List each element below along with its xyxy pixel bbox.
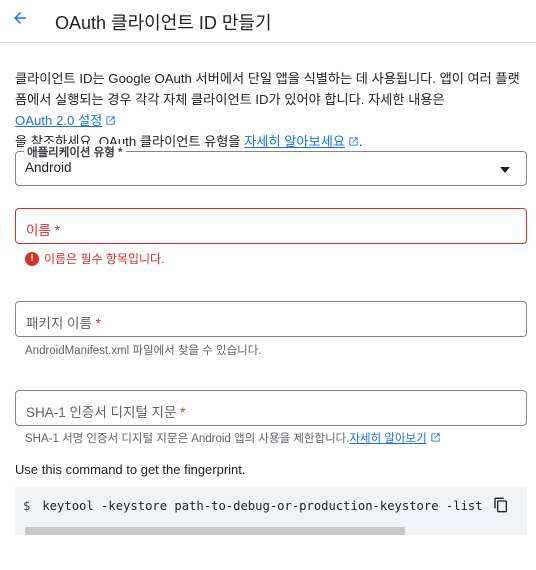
- name-error-message: ! 이름은 필수 항목입니다.: [25, 250, 164, 267]
- package-name-helper: AndroidManifest.xml 파일에서 찾을 수 있습니다.: [25, 345, 262, 357]
- oauth-setup-link-label: OAuth 2.0 설정: [15, 113, 103, 128]
- sha1-learn-more-link[interactable]: 자세히 알아보기: [349, 433, 440, 445]
- external-link-icon: [106, 116, 115, 125]
- external-link-icon: [349, 137, 358, 146]
- name-input[interactable]: 이름 *: [15, 208, 527, 244]
- copy-icon: [494, 497, 507, 513]
- command-text: keytool -keystore path-to-debug-or-produ…: [42, 499, 483, 513]
- header-bar: OAuth 클라이언트 ID 만들기: [0, 0, 536, 43]
- external-link-icon: [431, 433, 440, 442]
- dropdown-arrow-icon: [500, 167, 510, 173]
- shell-prompt: $: [23, 499, 31, 513]
- sha1-fingerprint-input[interactable]: SHA-1 인증서 디지털 지문 *: [15, 390, 527, 426]
- package-name-required-mark: *: [95, 316, 101, 331]
- intro-text: 클라이언트 ID는 Google OAuth 서버에서 단일 앱을 식별하는 데…: [15, 68, 527, 152]
- code-horizontal-scrollbar[interactable]: [25, 527, 405, 535]
- application-type-label: 애플리케이션 유형 *: [24, 144, 126, 160]
- arrow-back-icon: [14, 12, 26, 24]
- name-required-mark: *: [54, 223, 60, 238]
- sha1-required-mark: *: [180, 405, 186, 420]
- sha1-helper: SHA-1 서명 인증서 디지털 지문은 Android 앱의 사용을 제한합니…: [25, 430, 441, 446]
- command-intro: Use this command to get the fingerprint.: [15, 462, 246, 477]
- sha1-placeholder: SHA-1 인증서 디지털 지문 *: [26, 401, 185, 421]
- package-name-placeholder-text: 패키지 이름: [26, 316, 92, 331]
- name-placeholder: 이름 *: [26, 219, 60, 239]
- oauth-setup-link[interactable]: OAuth 2.0 설정: [15, 113, 116, 128]
- name-placeholder-text: 이름: [26, 223, 51, 238]
- sha1-placeholder-text: SHA-1 인증서 디지털 지문: [26, 405, 177, 420]
- learn-more-client-types-link[interactable]: 자세히 알아보세요: [244, 134, 359, 149]
- package-name-input[interactable]: 패키지 이름 *: [15, 301, 527, 337]
- name-error-text: 이름은 필수 항목입니다.: [44, 252, 165, 266]
- application-type-select[interactable]: 애플리케이션 유형 * Android: [15, 144, 527, 186]
- package-name-placeholder: 패키지 이름 *: [26, 312, 101, 332]
- intro-part1: 클라이언트 ID는 Google OAuth 서버에서 단일 앱을 식별하는 데…: [15, 71, 520, 107]
- command-line: $ keytool -keystore path-to-debug-or-prod…: [23, 499, 483, 513]
- error-icon: !: [25, 251, 39, 266]
- sha1-learn-more-label: 자세히 알아보기: [349, 433, 427, 445]
- application-type-value: Android: [25, 160, 72, 175]
- sha1-helper-text: SHA-1 서명 인증서 디지털 지문은 Android 앱의 사용을 제한합니…: [25, 433, 350, 445]
- learn-more-link-label: 자세히 알아보세요: [244, 134, 345, 149]
- back-button[interactable]: [8, 4, 32, 32]
- intro-part3: .: [358, 134, 363, 149]
- copy-button[interactable]: [493, 497, 509, 513]
- page-title: OAuth 클라이언트 ID 만들기: [55, 13, 272, 33]
